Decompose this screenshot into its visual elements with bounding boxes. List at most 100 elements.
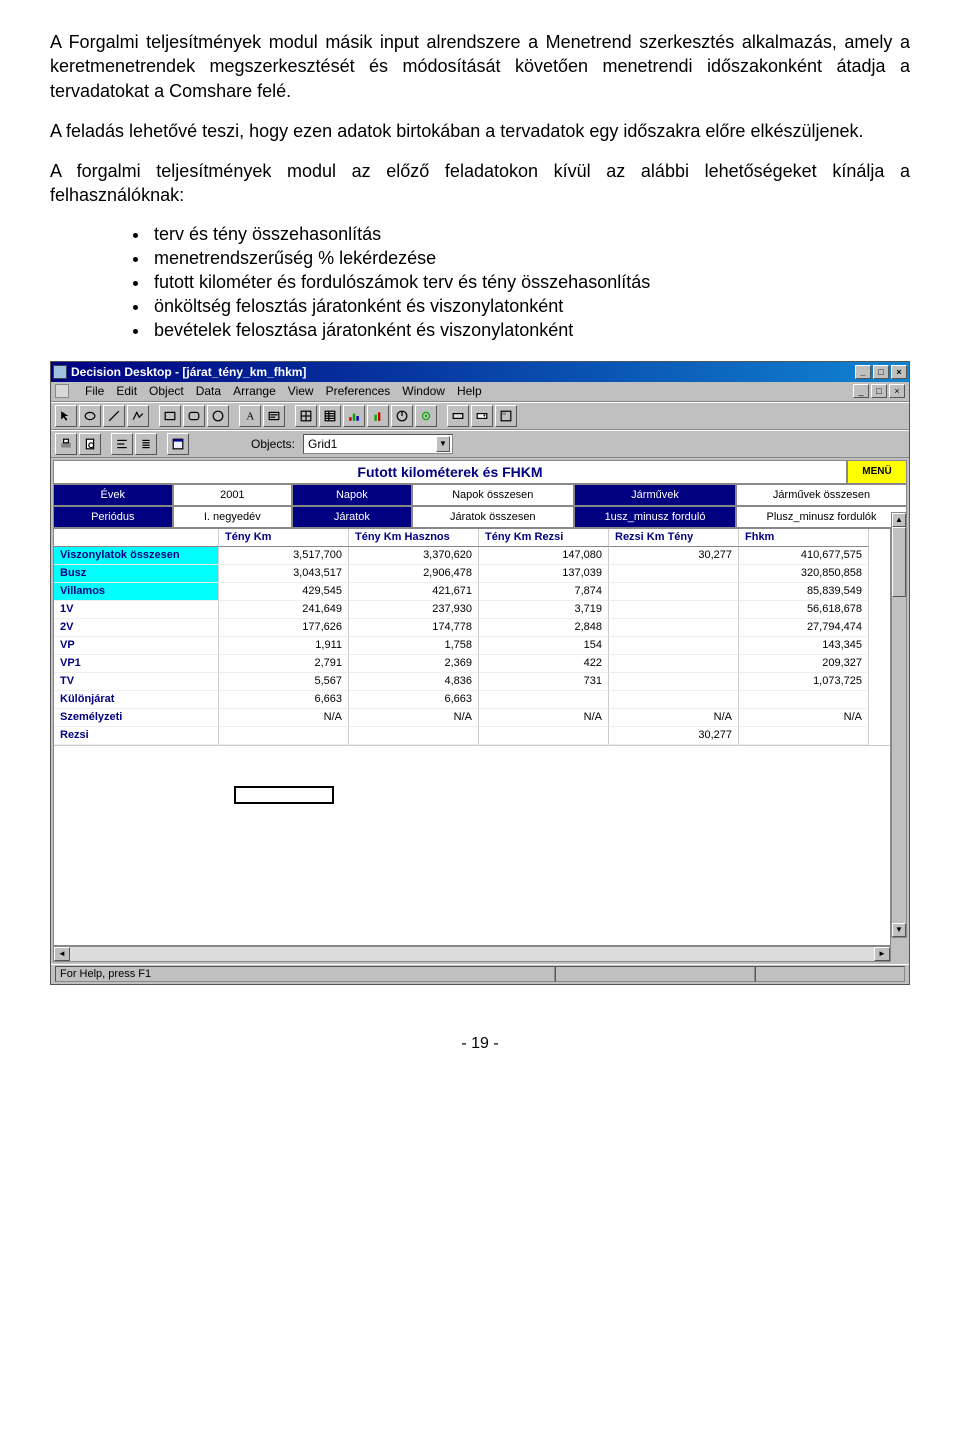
filter-value[interactable]: Plusz_minusz fordulók — [736, 506, 907, 528]
data-cell[interactable] — [739, 727, 869, 745]
menu-help[interactable]: Help — [457, 384, 482, 398]
menu-object[interactable]: Object — [149, 384, 184, 398]
row-header[interactable]: Különjárat — [54, 691, 219, 709]
data-cell[interactable]: 4,836 — [349, 673, 479, 691]
menu-file[interactable]: File — [85, 384, 104, 398]
data-cell[interactable] — [479, 727, 609, 745]
row-header[interactable]: Busz — [54, 565, 219, 583]
filter-value[interactable]: Járatok összesen — [412, 506, 574, 528]
filter-label[interactable]: Évek — [53, 484, 173, 506]
data-cell[interactable] — [609, 565, 739, 583]
print-icon[interactable] — [55, 433, 77, 455]
data-cell[interactable]: 7,874 — [479, 583, 609, 601]
table-row[interactable]: Busz3,043,5172,906,478137,039320,850,858 — [54, 565, 890, 583]
table-row[interactable]: VP12,7912,369422 209,327 — [54, 655, 890, 673]
data-cell[interactable] — [219, 727, 349, 745]
data-cell[interactable]: 209,327 — [739, 655, 869, 673]
line-tool-icon[interactable] — [103, 405, 125, 427]
data-cell[interactable] — [609, 673, 739, 691]
row-header[interactable]: Viszonylatok összesen — [54, 547, 219, 565]
data-cell[interactable]: 2,791 — [219, 655, 349, 673]
data-cell[interactable] — [349, 727, 479, 745]
roundrect-tool-icon[interactable] — [183, 405, 205, 427]
preview-icon[interactable] — [79, 433, 101, 455]
oval-tool-icon[interactable] — [207, 405, 229, 427]
mdi-icon[interactable] — [55, 384, 69, 398]
data-cell[interactable]: 143,345 — [739, 637, 869, 655]
data-cell[interactable]: 241,649 — [219, 601, 349, 619]
filter-value[interactable]: 2001 — [173, 484, 293, 506]
filter-value[interactable]: Napok összesen — [412, 484, 574, 506]
data-cell[interactable]: 56,618,678 — [739, 601, 869, 619]
data-cell[interactable]: 410,677,575 — [739, 547, 869, 565]
menu-edit[interactable]: Edit — [116, 384, 137, 398]
ellipse-tool-icon[interactable] — [79, 405, 101, 427]
data-cell[interactable]: 429,545 — [219, 583, 349, 601]
close-button[interactable]: × — [891, 365, 907, 379]
data-cell[interactable] — [609, 691, 739, 709]
scroll-left-icon[interactable]: ◄ — [54, 947, 70, 961]
rect-tool-icon[interactable] — [159, 405, 181, 427]
data-cell[interactable] — [609, 637, 739, 655]
data-cell[interactable]: 30,277 — [609, 547, 739, 565]
column-header[interactable] — [54, 529, 219, 547]
menu-button[interactable]: MENÜ — [847, 460, 907, 484]
row-header[interactable]: VP1 — [54, 655, 219, 673]
data-cell[interactable]: 174,778 — [349, 619, 479, 637]
data-cell[interactable]: 731 — [479, 673, 609, 691]
data-cell[interactable]: 6,663 — [349, 691, 479, 709]
data-cell[interactable]: 6,663 — [219, 691, 349, 709]
panel-tool-icon[interactable] — [495, 405, 517, 427]
row-header[interactable]: VP — [54, 637, 219, 655]
filter-label[interactable]: Napok — [292, 484, 412, 506]
row-header[interactable]: Rezsi — [54, 727, 219, 745]
data-cell[interactable] — [609, 619, 739, 637]
data-cell[interactable]: 3,370,620 — [349, 547, 479, 565]
filter-label[interactable]: Járatok — [292, 506, 412, 528]
data-cell[interactable]: 1,758 — [349, 637, 479, 655]
scroll-thumb[interactable] — [892, 527, 906, 597]
column-header[interactable]: Fhkm — [739, 529, 869, 547]
data-cell[interactable]: N/A — [609, 709, 739, 727]
data-cell[interactable]: N/A — [739, 709, 869, 727]
table-row[interactable]: TV5,5674,8367311,073,725 — [54, 673, 890, 691]
row-header[interactable]: 1V — [54, 601, 219, 619]
data-cell[interactable] — [609, 601, 739, 619]
data-cell[interactable]: 147,080 — [479, 547, 609, 565]
filter-label[interactable]: 1usz_minusz forduló — [574, 506, 736, 528]
data-cell[interactable]: 2,369 — [349, 655, 479, 673]
data-grid[interactable]: Tény KmTény Km HasznosTény Km RezsiRezsi… — [53, 528, 891, 946]
chart3d-tool-icon[interactable] — [367, 405, 389, 427]
data-cell[interactable] — [739, 691, 869, 709]
data-cell[interactable]: 2,906,478 — [349, 565, 479, 583]
horizontal-scrollbar[interactable]: ◄ ► — [53, 946, 891, 962]
column-header[interactable]: Tény Km — [219, 529, 349, 547]
data-cell[interactable]: 3,043,517 — [219, 565, 349, 583]
data-cell[interactable]: N/A — [479, 709, 609, 727]
table-row[interactable]: SzemélyzetiN/AN/AN/AN/AN/A — [54, 709, 890, 727]
list-icon[interactable] — [135, 433, 157, 455]
data-cell[interactable]: 1,911 — [219, 637, 349, 655]
data-cell[interactable]: N/A — [219, 709, 349, 727]
data-cell[interactable]: 137,039 — [479, 565, 609, 583]
data-cell[interactable] — [609, 655, 739, 673]
titlebar[interactable]: Decision Desktop - [járat_tény_km_fhkm] … — [51, 362, 909, 382]
button-tool-icon[interactable] — [447, 405, 469, 427]
filter-value[interactable]: Járművek összesen — [736, 484, 907, 506]
data-cell[interactable]: 237,930 — [349, 601, 479, 619]
grid-tool-icon[interactable] — [295, 405, 317, 427]
data-cell[interactable]: 422 — [479, 655, 609, 673]
data-cell[interactable]: 421,671 — [349, 583, 479, 601]
column-header[interactable]: Tény Km Rezsi — [479, 529, 609, 547]
data-cell[interactable]: 27,794,474 — [739, 619, 869, 637]
window-icon[interactable] — [167, 433, 189, 455]
scroll-right-icon[interactable]: ► — [874, 947, 890, 961]
row-header[interactable]: 2V — [54, 619, 219, 637]
row-header[interactable]: TV — [54, 673, 219, 691]
mdi-maximize-button[interactable]: □ — [871, 384, 887, 398]
objects-combo[interactable]: Grid1 ▼ — [303, 434, 453, 454]
data-cell[interactable]: 154 — [479, 637, 609, 655]
table-tool-icon[interactable] — [319, 405, 341, 427]
menu-preferences[interactable]: Preferences — [326, 384, 391, 398]
data-cell[interactable] — [609, 583, 739, 601]
